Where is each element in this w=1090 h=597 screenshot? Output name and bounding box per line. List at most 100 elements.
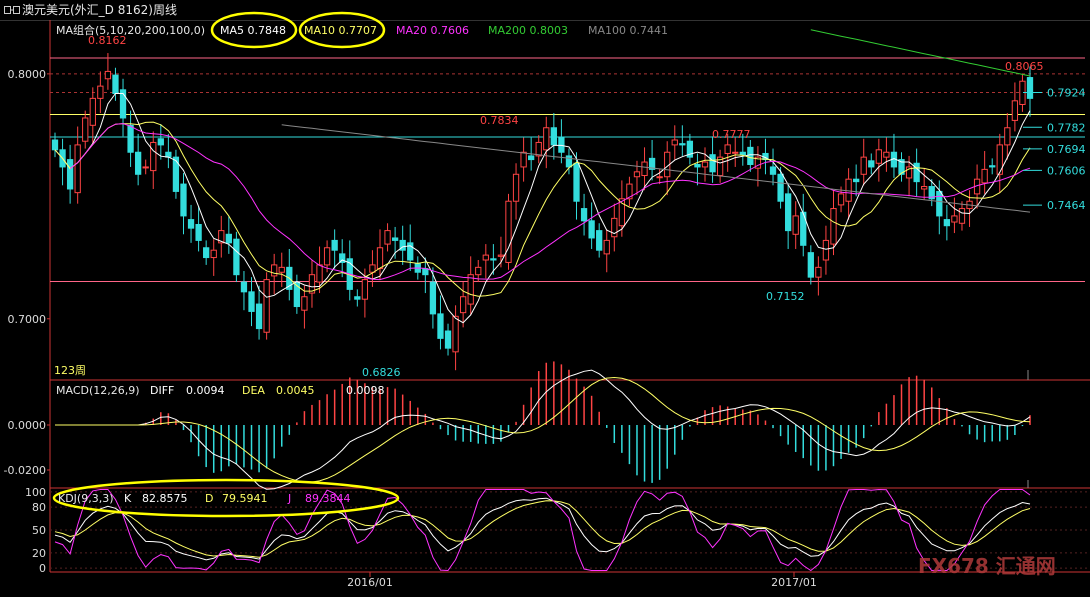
candle-body — [1026, 77, 1034, 99]
candle-body — [376, 247, 384, 270]
y-tick-label: 50 — [32, 524, 46, 537]
candle-body — [225, 233, 232, 244]
candle-body — [490, 258, 497, 261]
chart-canvas[interactable]: 0.8000 0.7000 0.0000 -0.0200 100 80 50 20 0 2016/… — [0, 0, 1090, 597]
candle-body — [936, 190, 943, 217]
candle-body — [558, 137, 565, 153]
ma-legend-ma20: MA20 0.7606 — [396, 24, 469, 37]
candle-body — [127, 124, 134, 153]
candle-body — [150, 141, 157, 172]
right-level-label: 0.7782 — [1047, 121, 1086, 134]
candle-body — [142, 166, 149, 169]
candle-body — [195, 223, 202, 241]
y-tick-label: 20 — [32, 547, 46, 560]
candle-body — [384, 230, 391, 245]
price-annotation: 0.7152 — [766, 290, 805, 303]
macd-legend-dea: 0.0045 — [276, 384, 315, 397]
candle-body — [104, 70, 112, 80]
candle-body — [233, 238, 240, 276]
candle-body — [316, 264, 323, 283]
candle-body — [475, 266, 482, 276]
kdj-legend-d-label: D — [205, 492, 214, 505]
y-tick-label: -0.0200 — [4, 464, 46, 477]
candle-body — [97, 85, 104, 99]
candle-body — [580, 208, 588, 222]
d-line — [54, 500, 1031, 558]
macd-legend-macd: 0.0098 — [346, 384, 385, 397]
kdj-legend-k-label: K — [124, 492, 132, 505]
macd-legend-diff-label: DIFF — [150, 384, 175, 397]
candle-body — [694, 163, 701, 168]
candle-body — [837, 193, 845, 206]
x-tick-label: 2017/01 — [771, 576, 817, 589]
price-annotation: 0.6826 — [362, 366, 401, 379]
kdj-legend-j-label: J — [288, 492, 292, 505]
candle-body — [747, 146, 754, 165]
kdj-legend-d: 79.5941 — [222, 492, 268, 505]
candle-body — [573, 162, 580, 202]
candle-body — [807, 252, 814, 278]
candle-body — [943, 219, 951, 227]
candle-body — [331, 239, 338, 251]
candle-body — [588, 220, 595, 239]
candle-body — [868, 160, 875, 168]
candle-body — [157, 138, 164, 146]
candle-body — [66, 159, 74, 190]
candle-body — [641, 161, 648, 177]
candle-body — [271, 264, 278, 277]
candle-body — [323, 247, 331, 266]
candle-body — [437, 313, 444, 339]
y-tick-label: 0.7000 — [8, 313, 47, 326]
candle-body — [913, 162, 920, 183]
candle-body — [361, 279, 369, 300]
candle-body — [701, 161, 709, 168]
candle-body — [656, 176, 663, 179]
candle-body — [769, 166, 777, 175]
candle-body — [452, 315, 459, 353]
kdj-legend-name: KDJ(9,3,3) — [58, 492, 114, 505]
kdj-legend-j: 89.3844 — [305, 492, 351, 505]
candle-body — [180, 183, 187, 217]
candle-body — [784, 193, 792, 232]
candle-body — [989, 165, 996, 168]
ma-legend-ma200: MA200 0.8003 — [488, 24, 568, 37]
candle-body — [444, 330, 452, 349]
y-tick-label: 100 — [25, 486, 46, 499]
candle-body — [528, 155, 535, 161]
chart-window: 澳元美元(外汇_D 8162)周线 0.8000 0.7000 0.0000 -0.0… — [0, 0, 1090, 597]
candle-body — [240, 281, 248, 293]
candle-body — [82, 117, 89, 142]
candle-body — [248, 291, 255, 312]
right-level-label: 0.7464 — [1047, 199, 1086, 212]
candle-body — [369, 264, 376, 273]
candle-body — [815, 266, 822, 278]
candle-body — [958, 208, 966, 224]
macd-legend-name: MACD(12,26,9) — [56, 384, 140, 397]
candle-body — [512, 173, 520, 202]
macd-legend-dea-label: DEA — [242, 384, 265, 397]
y-tick-label: 0.0000 — [8, 419, 47, 432]
right-level-label: 0.7606 — [1047, 164, 1086, 177]
right-level-label: 0.7924 — [1047, 86, 1086, 99]
period-label: 123周 — [54, 364, 86, 377]
x-tick-label: 2016/01 — [347, 576, 393, 589]
candle-body — [671, 139, 678, 146]
ma200-line — [810, 29, 1031, 77]
candle-body — [459, 296, 467, 314]
candle-body — [981, 168, 988, 184]
candle-body — [679, 143, 686, 146]
right-level-label: 0.7694 — [1047, 143, 1086, 156]
y-tick-label: 0.8000 — [8, 68, 47, 81]
ma-legend-group: MA组合(5,10,20,200,100,0) — [56, 24, 206, 37]
candle-body — [429, 281, 437, 315]
candle-body — [482, 254, 489, 261]
candle-body — [709, 154, 716, 173]
candle-body — [203, 247, 210, 259]
candle-body — [535, 141, 542, 157]
ma5-line — [54, 93, 1031, 324]
candle-body — [263, 279, 270, 333]
ma10-line — [54, 121, 1031, 297]
candle-body — [830, 208, 837, 245]
candle-body — [134, 151, 142, 175]
candle-body — [51, 139, 59, 151]
